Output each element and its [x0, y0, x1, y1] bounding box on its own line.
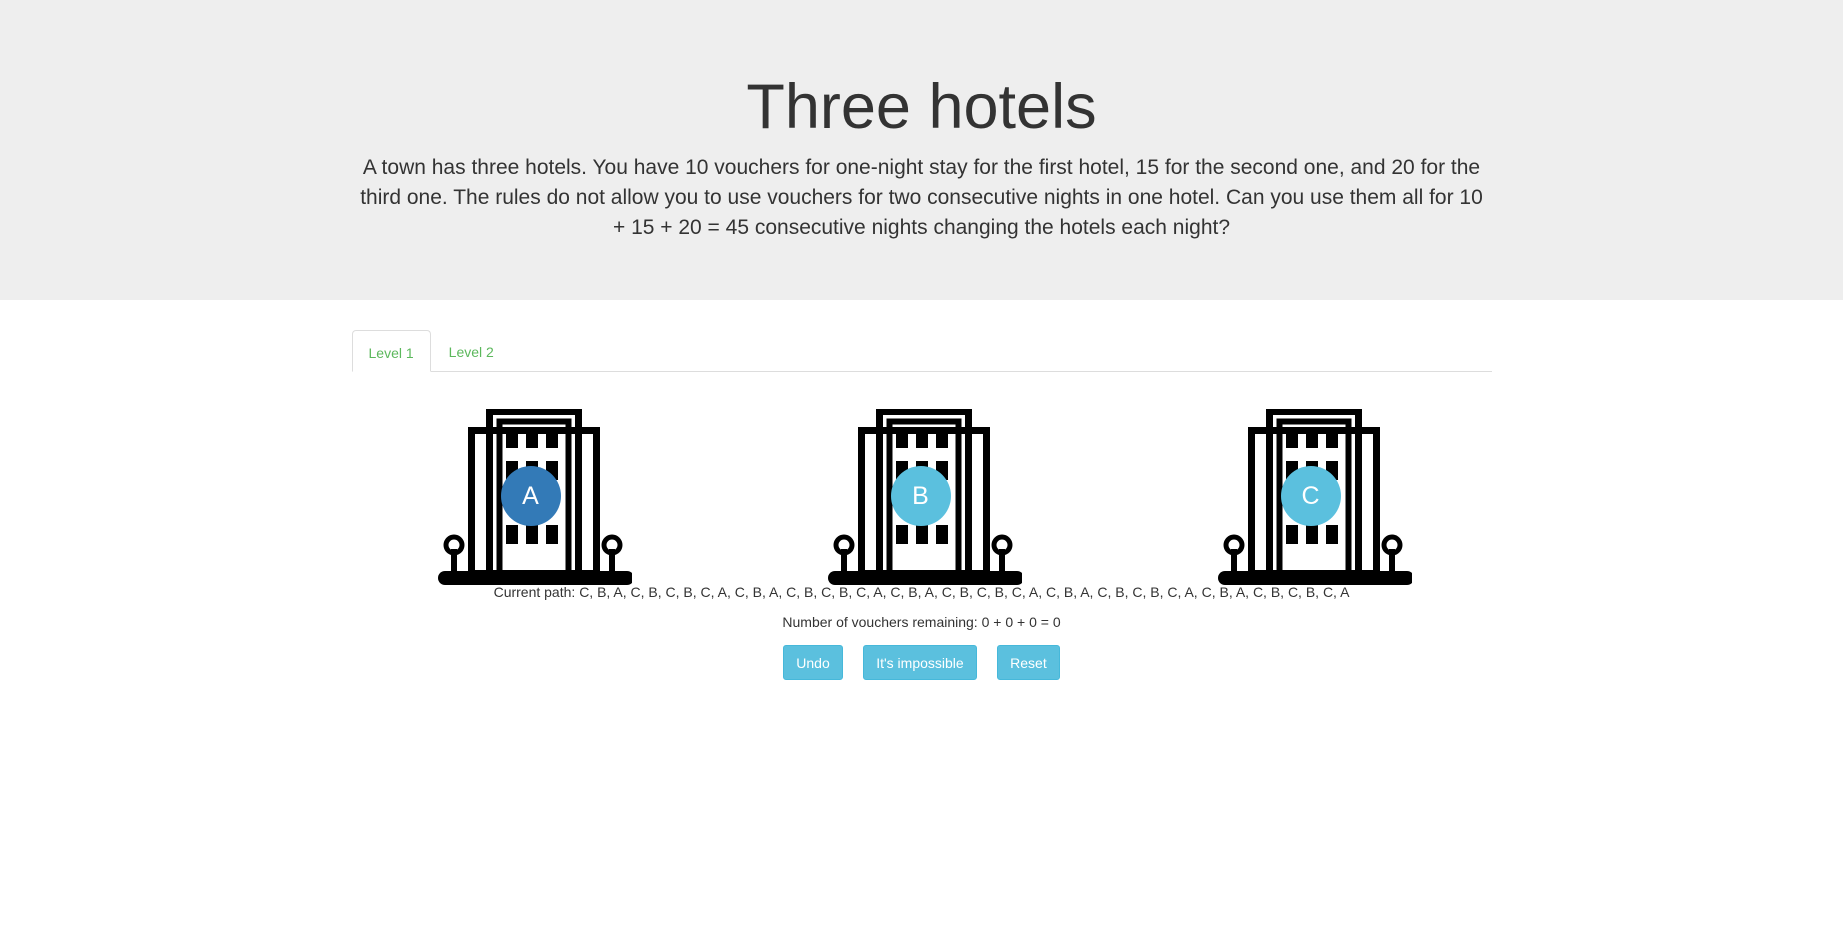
tab-level-1[interactable]: Level 1: [351, 330, 431, 372]
page-title: Three hotels: [746, 72, 1097, 142]
reset-button[interactable]: Reset: [997, 645, 1060, 680]
hotels-row: A B C: [352, 372, 1492, 585]
tab-level-2[interactable]: Level 2: [433, 330, 510, 371]
hotel-a[interactable]: A: [432, 409, 632, 589]
main-container: Level 1 Level 2 A B C Current path: C, B…: [351, 330, 1492, 680]
hotel-c-badge: C: [1280, 466, 1341, 526]
level-tabs: Level 1 Level 2: [351, 330, 1492, 372]
undo-button[interactable]: Undo: [783, 645, 843, 680]
puzzle-description: A town has three hotels. You have 10 vou…: [360, 156, 1483, 239]
action-buttons: Undo It's impossible Reset: [352, 645, 1492, 680]
impossible-button[interactable]: It's impossible: [863, 645, 977, 680]
vouchers-remaining-value: 0 + 0 + 0 = 0: [981, 614, 1061, 630]
vouchers-remaining-label: Number of vouchers remaining:: [782, 614, 978, 630]
vouchers-remaining: Number of vouchers remaining: 0 + 0 + 0 …: [352, 612, 1492, 632]
hotel-a-badge: A: [500, 466, 561, 526]
hotel-b-badge: B: [890, 466, 951, 526]
hotel-b[interactable]: B: [822, 409, 1022, 589]
header: Three hotels A town has three hotels. Yo…: [0, 0, 1843, 300]
hotel-c[interactable]: C: [1212, 409, 1412, 589]
